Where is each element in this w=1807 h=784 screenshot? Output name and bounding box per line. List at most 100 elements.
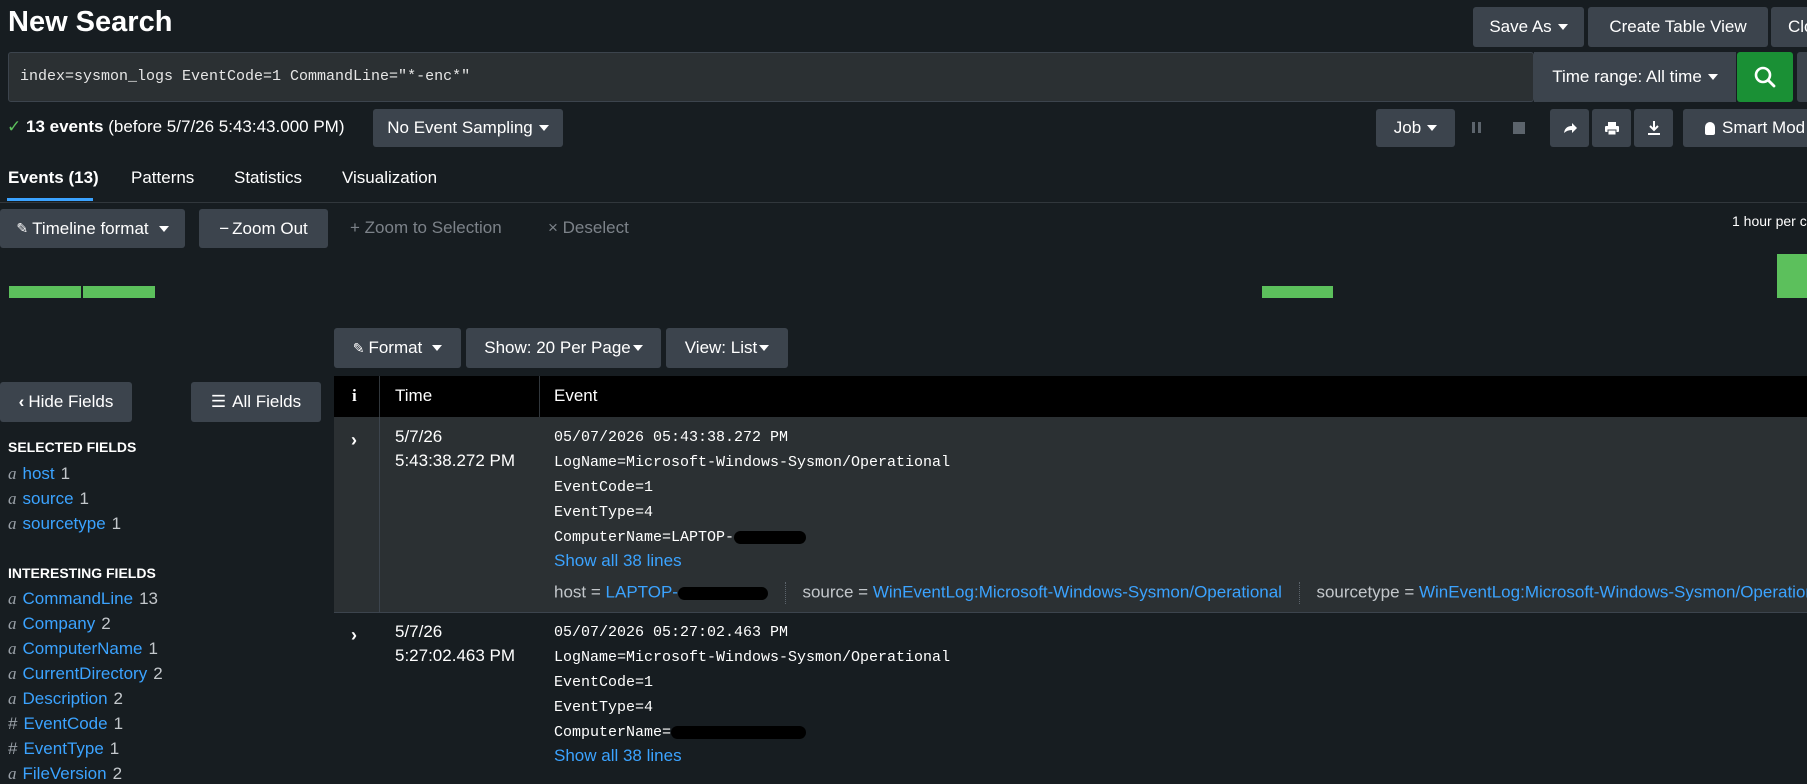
computername-text: ComputerName=LAPTOP- — [554, 529, 735, 546]
field-description[interactable]: a Description 2 — [8, 689, 123, 709]
search-button[interactable] — [1737, 52, 1793, 102]
event-sampling-dropdown[interactable]: No Event Sampling — [373, 109, 563, 147]
field-type-icon: a — [8, 589, 17, 608]
event-date: 5/7/26 — [395, 622, 443, 641]
search-query: index=sysmon_logs EventCode=1 CommandLin… — [20, 68, 471, 85]
search-extra-button[interactable] — [1797, 52, 1807, 102]
job-dropdown[interactable]: Job — [1376, 109, 1455, 147]
share-button[interactable] — [1550, 109, 1589, 147]
field-computername[interactable]: a ComputerName 1 — [8, 639, 158, 659]
per-page-label: Show: 20 Per Page — [484, 338, 631, 357]
expand-row-icon[interactable]: › — [351, 625, 357, 646]
hide-fields-button[interactable]: ‹ Hide Fields — [0, 382, 132, 422]
table-row: › 5/7/26 5:43:38.272 PM 05/07/2026 05:43… — [334, 417, 1807, 612]
zoom-out-label: Zoom Out — [232, 218, 308, 238]
tab-patterns[interactable]: Patterns — [131, 168, 194, 188]
checkmark-icon: ✓ — [7, 117, 22, 136]
export-button[interactable] — [1634, 109, 1673, 147]
time-range-picker[interactable]: Time range: All time — [1534, 52, 1736, 102]
format-dropdown[interactable]: ✎ Format — [334, 328, 461, 368]
field-type-icon: a — [8, 764, 17, 783]
events-table: i Time Event › 5/7/26 5:43:38.272 PM 05/… — [334, 376, 1807, 777]
redaction-mark — [671, 725, 807, 739]
event-line: 05/07/2026 05:27:02.463 PM — [554, 624, 789, 641]
list-icon: ☰ — [210, 392, 227, 411]
tab-statistics[interactable]: Statistics — [234, 168, 302, 188]
computername-text: ComputerName= — [554, 724, 672, 741]
event-before-time: (before 5/7/26 5:43:43.000 PM) — [108, 117, 345, 136]
field-name: EventCode — [23, 714, 108, 733]
timeline-bar[interactable] — [1262, 286, 1333, 298]
tab-statistics-label: Statistics — [234, 168, 303, 187]
field-eventtype[interactable]: # EventType 1 — [8, 739, 119, 759]
field-eventcode[interactable]: # EventCode 1 — [8, 714, 123, 734]
tab-events[interactable]: Events (13) — [8, 168, 99, 188]
field-host[interactable]: a host 1 — [8, 464, 70, 484]
brush-icon: ✎ — [352, 339, 365, 356]
tab-active-indicator — [7, 198, 93, 201]
lightbulb-icon — [1705, 121, 1715, 135]
interesting-fields-heading: INTERESTING FIELDS — [8, 565, 156, 581]
field-currentdirectory[interactable]: a CurrentDirectory 2 — [8, 664, 163, 684]
smart-mode-dropdown[interactable]: Smart Mod — [1683, 109, 1807, 147]
format-label: Format — [368, 338, 423, 357]
tab-events-label: Events (13) — [8, 168, 99, 187]
search-input[interactable]: index=sysmon_logs EventCode=1 CommandLin… — [8, 52, 1534, 102]
save-as-button[interactable]: Save As — [1473, 7, 1584, 47]
event-line: LogName=Microsoft-Windows-Sysmon/Operati… — [554, 649, 951, 666]
print-button[interactable] — [1592, 109, 1631, 147]
tab-patterns-label: Patterns — [131, 168, 195, 187]
close-button[interactable]: Clo — [1771, 7, 1807, 47]
all-fields-button[interactable]: ☰ All Fields — [191, 382, 321, 422]
time-column-header[interactable]: Time — [395, 386, 432, 406]
field-name: FileVersion — [22, 764, 107, 783]
event-time: 5:43:38.272 PM — [395, 451, 516, 470]
per-page-dropdown[interactable]: Show: 20 Per Page — [466, 328, 661, 368]
chevron-down-icon — [632, 345, 643, 351]
selected-fields-heading: SELECTED FIELDS — [8, 439, 137, 455]
event-line: EventCode=1 — [554, 479, 654, 496]
field-source[interactable]: a source 1 — [8, 489, 89, 509]
field-name: Company — [22, 614, 96, 633]
tab-visualization[interactable]: Visualization — [342, 168, 437, 188]
field-count: 13 — [139, 589, 158, 608]
view-dropdown[interactable]: View: List — [666, 328, 788, 368]
job-label: Job — [1393, 118, 1422, 137]
timeline-bar[interactable] — [83, 286, 155, 298]
sourcetype-value[interactable]: WinEventLog:Microsoft-Windows-Sysmon/Ope… — [1419, 582, 1807, 601]
field-sourcetype[interactable]: a sourcetype 1 — [8, 514, 121, 534]
search-icon — [1754, 66, 1776, 88]
event-fields: host = LAPTOP- source = WinEventLog:Micr… — [554, 582, 1807, 604]
event-column-header[interactable]: Event — [554, 386, 597, 406]
field-commandline[interactable]: a CommandLine 13 — [8, 589, 158, 609]
stop-icon[interactable] — [1513, 122, 1525, 134]
minus-icon: − — [219, 218, 230, 238]
show-all-lines-link[interactable]: Show all 38 lines — [554, 551, 682, 571]
chevron-down-icon — [538, 125, 549, 131]
column-divider — [539, 376, 540, 417]
field-type-icon: a — [8, 514, 17, 533]
zoom-out-button[interactable]: − Zoom Out — [199, 209, 328, 248]
field-type-icon: a — [8, 464, 17, 483]
host-value[interactable]: LAPTOP- — [606, 582, 678, 601]
field-company[interactable]: a Company 2 — [8, 614, 111, 634]
field-separator — [784, 582, 786, 604]
source-value[interactable]: WinEventLog:Microsoft-Windows-Sysmon/Ope… — [873, 582, 1282, 601]
zoom-to-selection-button[interactable]: + Zoom to Selection — [350, 218, 502, 238]
timeline-bar[interactable] — [1777, 254, 1807, 298]
field-name: CommandLine — [22, 589, 134, 608]
expand-row-icon[interactable]: › — [351, 430, 357, 451]
field-count: 2 — [153, 664, 163, 683]
pause-icon[interactable] — [1470, 120, 1484, 136]
field-type-icon: # — [8, 739, 18, 758]
deselect-button[interactable]: × Deselect — [548, 218, 629, 238]
create-table-view-button[interactable]: Create Table View — [1588, 7, 1768, 47]
chevron-down-icon — [1427, 125, 1438, 131]
smart-mode-label: Smart Mod — [1722, 118, 1806, 137]
show-all-lines-link[interactable]: Show all 38 lines — [554, 746, 682, 766]
chevron-left-icon: ‹ — [18, 392, 25, 411]
field-fileversion[interactable]: a FileVersion 2 — [8, 764, 122, 784]
event-line: EventType=4 — [554, 699, 654, 716]
timeline-format-dropdown[interactable]: ✎ Timeline format — [0, 209, 185, 248]
timeline-bar[interactable] — [9, 286, 81, 298]
